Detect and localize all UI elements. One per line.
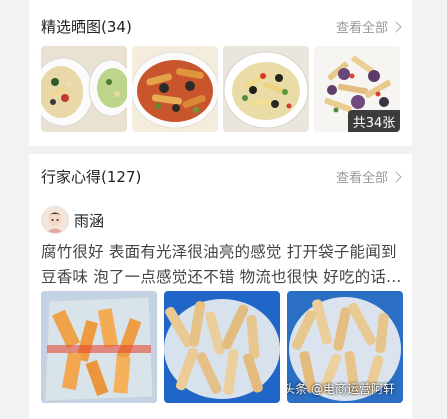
reviews-section-title: 行家心得(127) (41, 168, 142, 186)
food-photo (41, 46, 127, 132)
watermark: 头条 @电商运营阿轩 (287, 382, 395, 396)
see-all-label: 查看全部 (335, 21, 388, 36)
chevron-right-icon (390, 20, 402, 33)
avatar[interactable] (41, 206, 69, 234)
photos-see-all-link[interactable]: 查看全部 (335, 17, 402, 36)
review-text-line: 豆香味 泡了一点感觉还不错 物流也很快 好吃的话... (41, 268, 402, 286)
see-all-label: 查看全部 (335, 171, 388, 186)
product-photo (41, 291, 157, 403)
photo-count-badge: 共34张 (348, 110, 400, 132)
photos-card: 精选晒图(34) 查看全部 共34张 (29, 0, 412, 146)
reviews-card: 行家心得(127) 查看全部 雨涵 腐竹很好 表面有光泽很油亮的感觉 打开袋子能… (29, 154, 412, 419)
user-avatar-icon (42, 207, 68, 233)
photo-thumbnail[interactable] (132, 46, 218, 132)
photo-thumbnail[interactable] (223, 46, 309, 132)
photo-thumbnail[interactable]: 共34张 (314, 46, 400, 132)
photos-section-title: 精选晒图(34) (41, 18, 132, 36)
chevron-right-icon (390, 170, 402, 183)
food-photo (132, 46, 218, 132)
photo-thumbnail[interactable] (41, 46, 127, 132)
product-photo (164, 291, 280, 403)
reviews-see-all-link[interactable]: 查看全部 (335, 167, 402, 186)
review-text: 腐竹很好 表面有光泽很油亮的感觉 打开袋子能闻到 豆香味 泡了一点感觉还不错 物… (41, 240, 401, 290)
review-photo[interactable] (164, 291, 280, 403)
review-photo[interactable] (41, 291, 157, 403)
review-text-line: 腐竹很好 表面有光泽很油亮的感觉 打开袋子能闻到 (41, 243, 397, 261)
food-photo (223, 46, 309, 132)
photos-header: 精选晒图(34) 查看全部 (41, 0, 402, 50)
review-username[interactable]: 雨涵 (74, 210, 104, 231)
review-photo[interactable]: 头条 @电商运营阿轩 (287, 291, 403, 403)
